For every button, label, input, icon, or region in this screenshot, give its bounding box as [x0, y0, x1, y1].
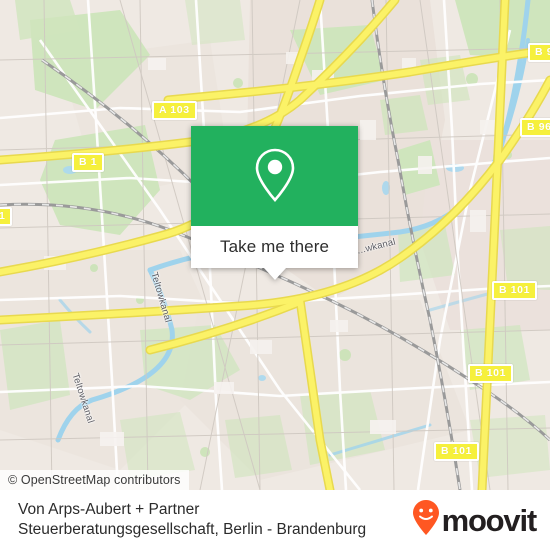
take-me-there-button[interactable]: Take me there	[220, 237, 329, 257]
place-title: Von Arps-Aubert + Partner Steuerberatung…	[18, 500, 403, 540]
map-pin-icon	[252, 146, 298, 206]
road-shield: B 96	[520, 118, 550, 137]
road-shield: B 96	[528, 43, 550, 62]
moovit-pin-smiley-icon	[411, 499, 441, 542]
road-shield: B 101	[468, 364, 514, 383]
location-callout-card[interactable]: Take me there	[191, 126, 358, 280]
callout-icon-panel	[191, 126, 358, 226]
road-shield: B 101	[434, 442, 480, 461]
place-title-line1: Von Arps-Aubert + Partner	[18, 501, 200, 518]
road-shield: A 103	[152, 101, 197, 120]
moovit-wordmark: moovit	[441, 502, 538, 538]
bottom-info-bar: Von Arps-Aubert + Partner Steuerberatung…	[0, 490, 550, 550]
road-shield: 1	[0, 207, 13, 226]
place-title-line2: Steuerberatungsgesellschaft, Berlin - Br…	[18, 521, 367, 538]
callout-tail	[263, 268, 286, 280]
road-shield: B 1	[72, 153, 105, 172]
road-shield: B 101	[492, 281, 538, 300]
osm-attribution: © OpenStreetMap contributors	[0, 470, 189, 490]
moovit-logo[interactable]: moovit	[411, 499, 538, 542]
moovit-location-card: A 103 B 1 1 B 96 B 96 B 101 B 101 B 101 …	[0, 0, 550, 550]
callout-action-panel[interactable]: Take me there	[191, 226, 358, 280]
